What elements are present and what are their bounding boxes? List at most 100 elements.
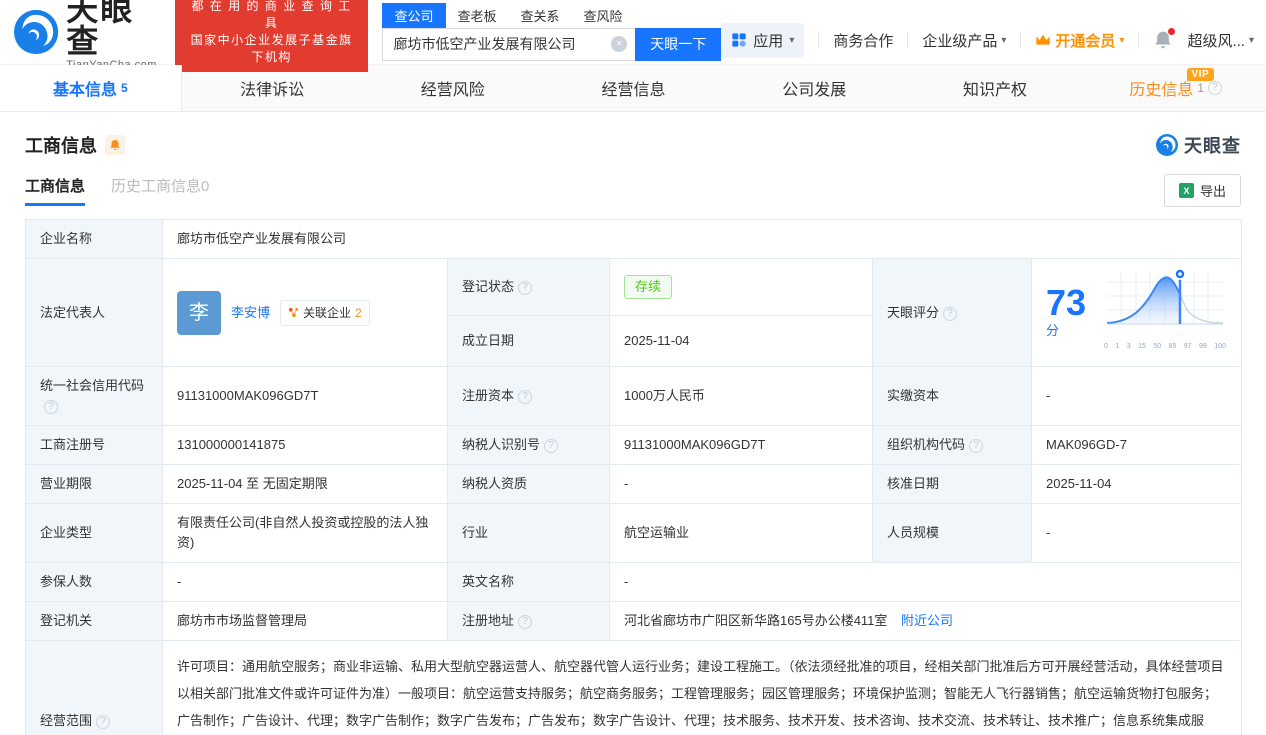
taxpayer-quality-label: 纳税人资质 xyxy=(447,464,610,504)
search-tab-company[interactable]: 查公司 xyxy=(382,2,446,28)
super-risk-menu[interactable]: 超级风... ▾ xyxy=(1187,30,1254,51)
subtab-business-info[interactable]: 工商信息 xyxy=(25,175,86,206)
insured-value: - xyxy=(162,562,448,602)
address-value: 河北省廊坊市广阳区新华路165号办公楼411室 附近公司 xyxy=(608,601,1243,641)
table-row: 统一社会信用代码? 91131000MAK096GD7T 注册资本? 1000万… xyxy=(25,366,1243,426)
search-tab-relation[interactable]: 查关系 xyxy=(509,3,572,28)
table-row: 营业期限 2025-11-04 至 无固定期限 纳税人资质 - 核准日期 202… xyxy=(25,464,1243,504)
biz-coop-link[interactable]: 商务合作 xyxy=(833,30,893,51)
chevron-down-icon: ▾ xyxy=(789,34,795,46)
help-icon[interactable]: ? xyxy=(969,439,984,453)
search-input[interactable] xyxy=(383,28,636,60)
help-icon[interactable]: ? xyxy=(518,615,533,629)
reg-status-value: 存续 xyxy=(609,258,873,316)
tab-basic-count: 5 xyxy=(121,81,128,95)
taxpayer-id-value: 91131000MAK096GD7T xyxy=(609,425,873,465)
tab-operation[interactable]: 经营信息 xyxy=(543,65,724,111)
reg-capital-value: 1000万人民币 xyxy=(609,366,873,426)
promo-line1: 都 在 用 的 商 业 查 询 工 具 xyxy=(191,0,352,30)
tab-history-label: 历史信息 xyxy=(1129,82,1194,99)
english-name-value: - xyxy=(608,562,1243,602)
reg-status-label: 登记状态? xyxy=(447,258,610,316)
scope-label-text: 经营范围 xyxy=(40,712,93,728)
avatar[interactable]: 李 xyxy=(177,290,221,335)
address-label: 注册地址? xyxy=(447,601,610,641)
tab-operation-label: 经营信息 xyxy=(601,82,666,99)
uscc-value: 91131000MAK096GD7T xyxy=(162,366,448,426)
search-button[interactable]: 天眼一下 xyxy=(635,27,722,61)
subtab-history-business-info[interactable]: 历史工商信息0 xyxy=(111,175,209,206)
chevron-down-icon: ▾ xyxy=(1119,34,1125,46)
search-tab-boss[interactable]: 查老板 xyxy=(446,3,509,28)
tab-history[interactable]: VIP 历史信息 1 ? xyxy=(1085,65,1266,111)
company-tabbar: 基本信息 5 法律诉讼 经营风险 经营信息 公司发展 知识产权 VIP 历史信息… xyxy=(0,64,1266,112)
table-row: 参保人数 - 英文名称 - xyxy=(25,562,1243,602)
nearby-companies-link[interactable]: 附近公司 xyxy=(901,613,953,628)
export-button[interactable]: X 导出 xyxy=(1163,174,1241,207)
monitor-bell-button[interactable] xyxy=(105,135,125,155)
scope-label: 经营范围? xyxy=(25,640,163,735)
company-type-value: 有限责任公司(非自然人投资或控股的法人独资) xyxy=(162,503,448,563)
industry-value: 航空运输业 xyxy=(609,503,873,563)
help-icon[interactable]: ? xyxy=(1208,81,1223,95)
related-companies-badge[interactable]: 关联企业 2 xyxy=(280,299,370,326)
approval-date-label: 核准日期 xyxy=(872,464,1032,504)
reg-capital-label: 注册资本? xyxy=(447,366,610,426)
paid-capital-label: 实缴资本 xyxy=(872,366,1032,426)
tianyancha-watermark-icon xyxy=(1156,134,1178,156)
tianyancha-logo[interactable]: 天眼查 TianYanCha.com xyxy=(12,0,161,71)
address-label-text: 注册地址 xyxy=(462,613,515,628)
uscc-label: 统一社会信用代码? xyxy=(25,366,163,426)
chevron-down-icon: ▾ xyxy=(1248,34,1254,46)
business-info-table: 企业名称 廊坊市低空产业发展有限公司 法定代表人 李 李安博 关联企业 2 登记… xyxy=(25,219,1243,735)
tab-risk-label: 经营风险 xyxy=(420,82,485,99)
help-icon[interactable]: ? xyxy=(544,439,559,453)
watermark-logo: 天眼查 xyxy=(1155,132,1241,158)
tab-ip-label: 知识产权 xyxy=(962,82,1027,99)
enterprise-menu[interactable]: 企业级产品 ▾ xyxy=(922,30,1006,51)
chevron-down-icon: ▾ xyxy=(1001,34,1007,46)
tab-legal[interactable]: 法律诉讼 xyxy=(182,65,363,111)
search-tabs: 查公司 查老板 查关系 查风险 xyxy=(382,2,721,28)
score-pin-icon xyxy=(1174,268,1186,280)
notification-bell[interactable] xyxy=(1153,28,1176,50)
tab-basic-info[interactable]: 基本信息 5 xyxy=(0,65,182,111)
reg-number-value: 131000000141875 xyxy=(162,425,448,465)
divider xyxy=(1020,32,1022,48)
vip-menu[interactable]: 开通会员 ▾ xyxy=(1035,30,1124,51)
approval-date-value: 2025-11-04 xyxy=(1030,464,1243,504)
status-badge: 存续 xyxy=(624,274,673,299)
table-row: 登记机关 廊坊市市场监督管理局 注册地址? 河北省廊坊市广阳区新华路165号办公… xyxy=(25,601,1243,641)
help-icon[interactable]: ? xyxy=(943,306,958,321)
staff-size-label: 人员规模 xyxy=(872,503,1032,563)
help-icon[interactable]: ? xyxy=(44,400,58,414)
company-name-label: 企业名称 xyxy=(25,219,163,259)
company-name-value: 廊坊市低空产业发展有限公司 xyxy=(161,219,1243,259)
address-text: 河北省廊坊市广阳区新华路165号办公楼411室 xyxy=(624,613,888,628)
legal-rep-link[interactable]: 李安博 xyxy=(231,303,270,323)
apps-label: 应用 xyxy=(753,32,784,50)
reg-authority-label: 登记机关 xyxy=(25,601,163,641)
tab-development[interactable]: 公司发展 xyxy=(724,65,905,111)
search-tab-risk[interactable]: 查风险 xyxy=(572,3,635,28)
company-type-label: 企业类型 xyxy=(25,503,163,563)
tab-risk[interactable]: 经营风险 xyxy=(362,65,543,111)
score-axis-labels: 01 3 15 50 85 97 99 100 xyxy=(1104,343,1226,350)
reg-status-label-text: 登记状态 xyxy=(462,278,515,294)
watermark-text: 天眼查 xyxy=(1184,136,1241,156)
help-icon[interactable]: ? xyxy=(518,390,533,404)
help-icon[interactable]: ? xyxy=(518,280,533,295)
apps-menu[interactable]: 应用 ▾ xyxy=(721,22,805,58)
related-label: 关联企业 xyxy=(303,305,352,320)
tab-ip[interactable]: 知识产权 xyxy=(905,65,1086,111)
help-icon[interactable]: ? xyxy=(96,714,111,729)
taxpayer-id-label: 纳税人识别号? xyxy=(447,425,610,465)
super-risk-label: 超级风... xyxy=(1187,32,1245,50)
table-row: 企业名称 廊坊市低空产业发展有限公司 xyxy=(25,219,1243,259)
score-label-text: 天眼评分 xyxy=(887,304,940,320)
divider xyxy=(1138,32,1140,48)
org-code-label-text: 组织机构代码 xyxy=(887,437,966,452)
term-value: 2025-11-04 至 无固定期限 xyxy=(162,464,448,504)
reg-capital-label-text: 注册资本 xyxy=(462,388,515,403)
score-value-cell[interactable]: 73分 0 1 3 15 50 85 97 99 100 xyxy=(1030,258,1243,367)
